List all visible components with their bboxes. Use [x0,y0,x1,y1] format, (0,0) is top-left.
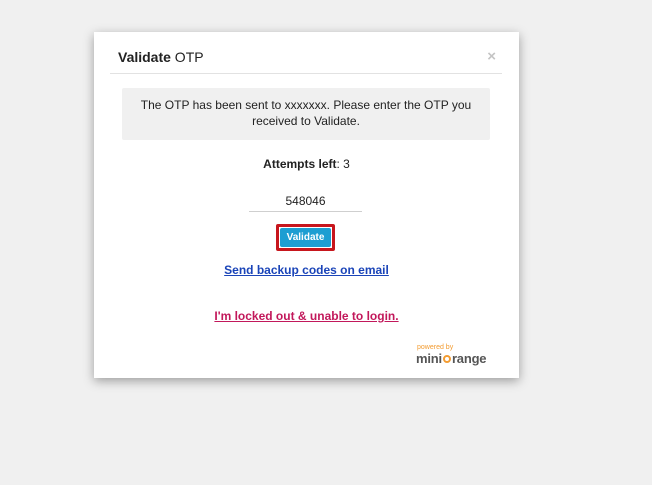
validate-button-highlight: Validate [276,224,335,251]
miniorange-logo: powered by mini range [416,344,496,366]
attempts-value: : 3 [336,157,350,171]
attempts-left: Attempts left: 3 [94,157,519,171]
send-backup-codes-link[interactable]: Send backup codes on email [94,263,519,277]
otp-modal: Validate OTP × The OTP has been sent to … [94,32,519,378]
modal-title: Validate OTP [118,49,204,65]
orange-ring-icon [442,355,451,363]
validate-button[interactable]: Validate [280,228,331,247]
locked-out-link[interactable]: I'm locked out & unable to login. [94,309,519,323]
modal-header: Validate OTP × [110,32,502,74]
attempts-label: Attempts left [263,157,337,171]
brand-prefix: mini [416,351,442,366]
modal-title-strong: Validate [118,49,171,65]
close-icon[interactable]: × [487,49,496,65]
modal-title-rest: OTP [170,49,204,65]
otp-sent-message: The OTP has been sent to xxxxxxx. Please… [122,88,490,140]
brand-name: mini range [416,352,496,366]
otp-input[interactable] [249,191,362,212]
brand-suffix: range [451,351,487,366]
